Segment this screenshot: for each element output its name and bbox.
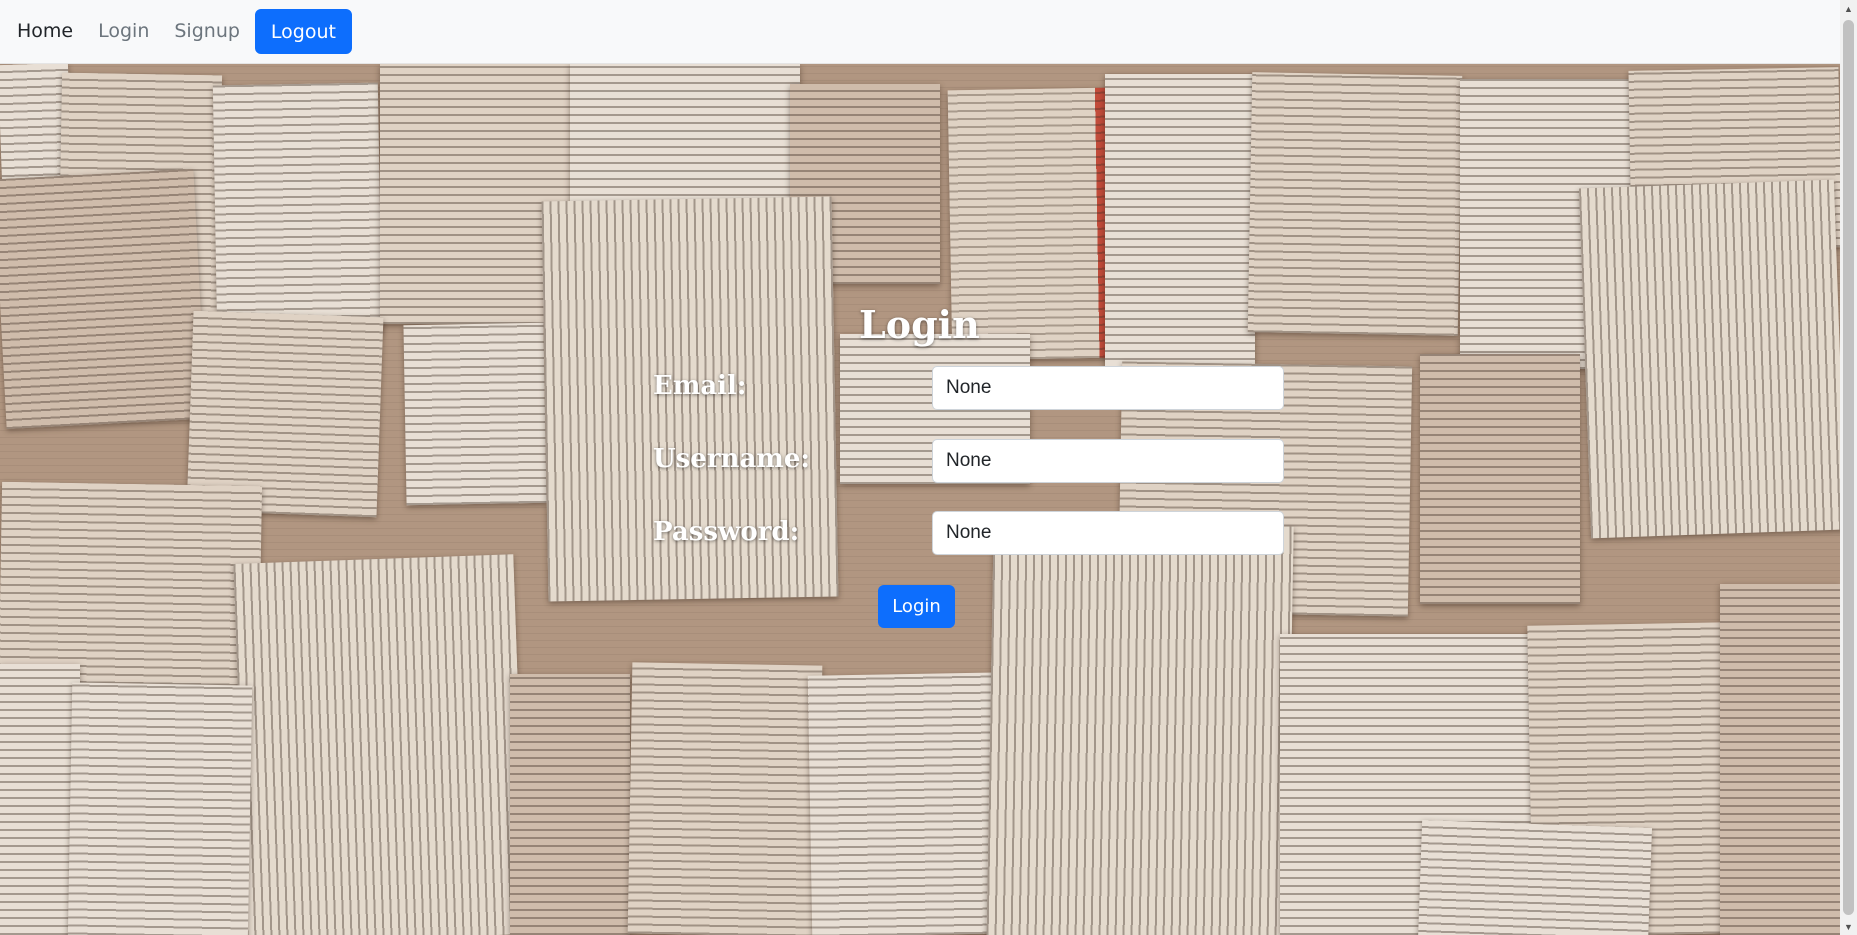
password-label: Password: xyxy=(653,517,800,547)
login-submit-button[interactable]: Login xyxy=(878,585,955,628)
login-title: Login xyxy=(859,302,980,347)
email-field[interactable] xyxy=(932,366,1284,410)
email-label: Email: xyxy=(653,371,747,401)
nav-home-link[interactable]: Home xyxy=(17,22,73,41)
username-label: Username: xyxy=(653,444,810,474)
scroll-thumb[interactable] xyxy=(1843,20,1854,915)
username-field[interactable] xyxy=(932,439,1284,483)
password-field[interactable] xyxy=(932,511,1284,555)
nav-login-link[interactable]: Login xyxy=(98,22,149,41)
logout-button[interactable]: Logout xyxy=(254,9,352,54)
chevron-down-icon[interactable]: ▼ xyxy=(1840,918,1857,935)
top-navbar: Home Login Signup Logout xyxy=(0,0,1840,64)
vertical-scrollbar[interactable]: ▲ ▼ xyxy=(1840,0,1857,935)
nav-signup-link[interactable]: Signup xyxy=(174,22,240,41)
chevron-up-icon[interactable]: ▲ xyxy=(1840,0,1857,17)
books-background-image xyxy=(0,64,1840,935)
